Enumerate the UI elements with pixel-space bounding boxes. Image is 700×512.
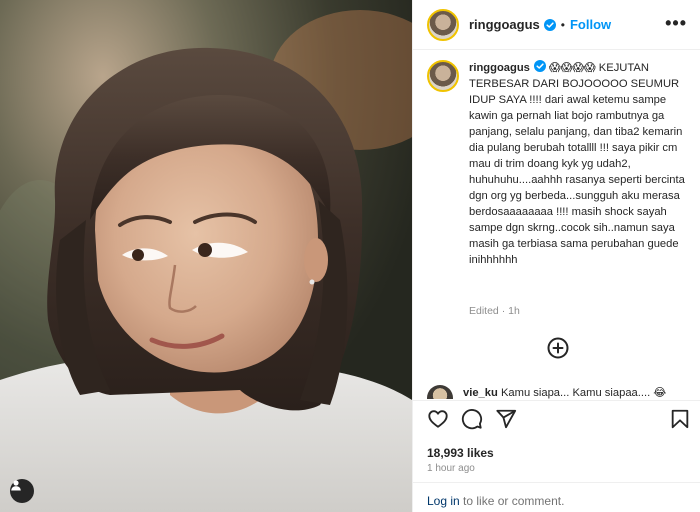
edited-timestamp: Edited · 1h [469, 305, 520, 317]
user-tags-icon[interactable] [10, 479, 34, 503]
plus-circle-icon[interactable] [547, 337, 569, 359]
heart-icon[interactable] [427, 408, 449, 430]
follow-button[interactable]: Follow [570, 17, 611, 32]
verified-badge-icon [543, 18, 556, 31]
comment-icon[interactable] [461, 408, 483, 430]
action-bar [427, 408, 689, 434]
caption-text: ringgoagus 😱😱😱😱 KEJUTAN TERBESAR DARI BO… [469, 60, 689, 268]
divider [413, 400, 700, 401]
login-link[interactable]: Log in [427, 494, 460, 508]
caption-block: ringgoagus 😱😱😱😱 KEJUTAN TERBESAR DARI BO… [427, 60, 689, 268]
login-prompt: Log in to like or comment. [427, 494, 564, 508]
caption-author-avatar[interactable] [427, 60, 459, 92]
comment-item: vie_ku Kamu siapa... Kamu siapaa.... 😂 [427, 385, 689, 399]
commenter-avatar[interactable] [427, 385, 453, 399]
author-avatar[interactable] [427, 8, 459, 41]
comment-text: Kamu siapa... Kamu siapaa.... 😂 [500, 387, 667, 399]
header-separator: • [560, 17, 565, 32]
login-suffix: to like or comment. [459, 494, 565, 508]
verified-badge-icon [533, 60, 546, 72]
post-time[interactable]: 1 hour ago [427, 463, 475, 474]
post-details-panel: ringgoagus • Follow ••• ringgoagus 😱😱😱😱 … [412, 0, 700, 512]
commenter-username[interactable]: vie_ku [463, 387, 498, 399]
author-username[interactable]: ringgoagus [469, 17, 540, 32]
divider [413, 482, 700, 483]
likes-count[interactable]: 18,993 likes [427, 446, 494, 460]
bookmark-icon[interactable] [669, 408, 691, 430]
caption-username[interactable]: ringgoagus [469, 62, 530, 74]
portrait-illustration [0, 0, 412, 512]
more-options-icon[interactable]: ••• [665, 14, 687, 32]
share-icon[interactable] [495, 408, 517, 430]
post-photo[interactable] [0, 0, 412, 512]
post-header: ringgoagus • Follow ••• [413, 0, 700, 50]
caption-body: 😱😱😱😱 KEJUTAN TERBESAR DARI BOJOOOOO SEUM… [469, 62, 685, 266]
